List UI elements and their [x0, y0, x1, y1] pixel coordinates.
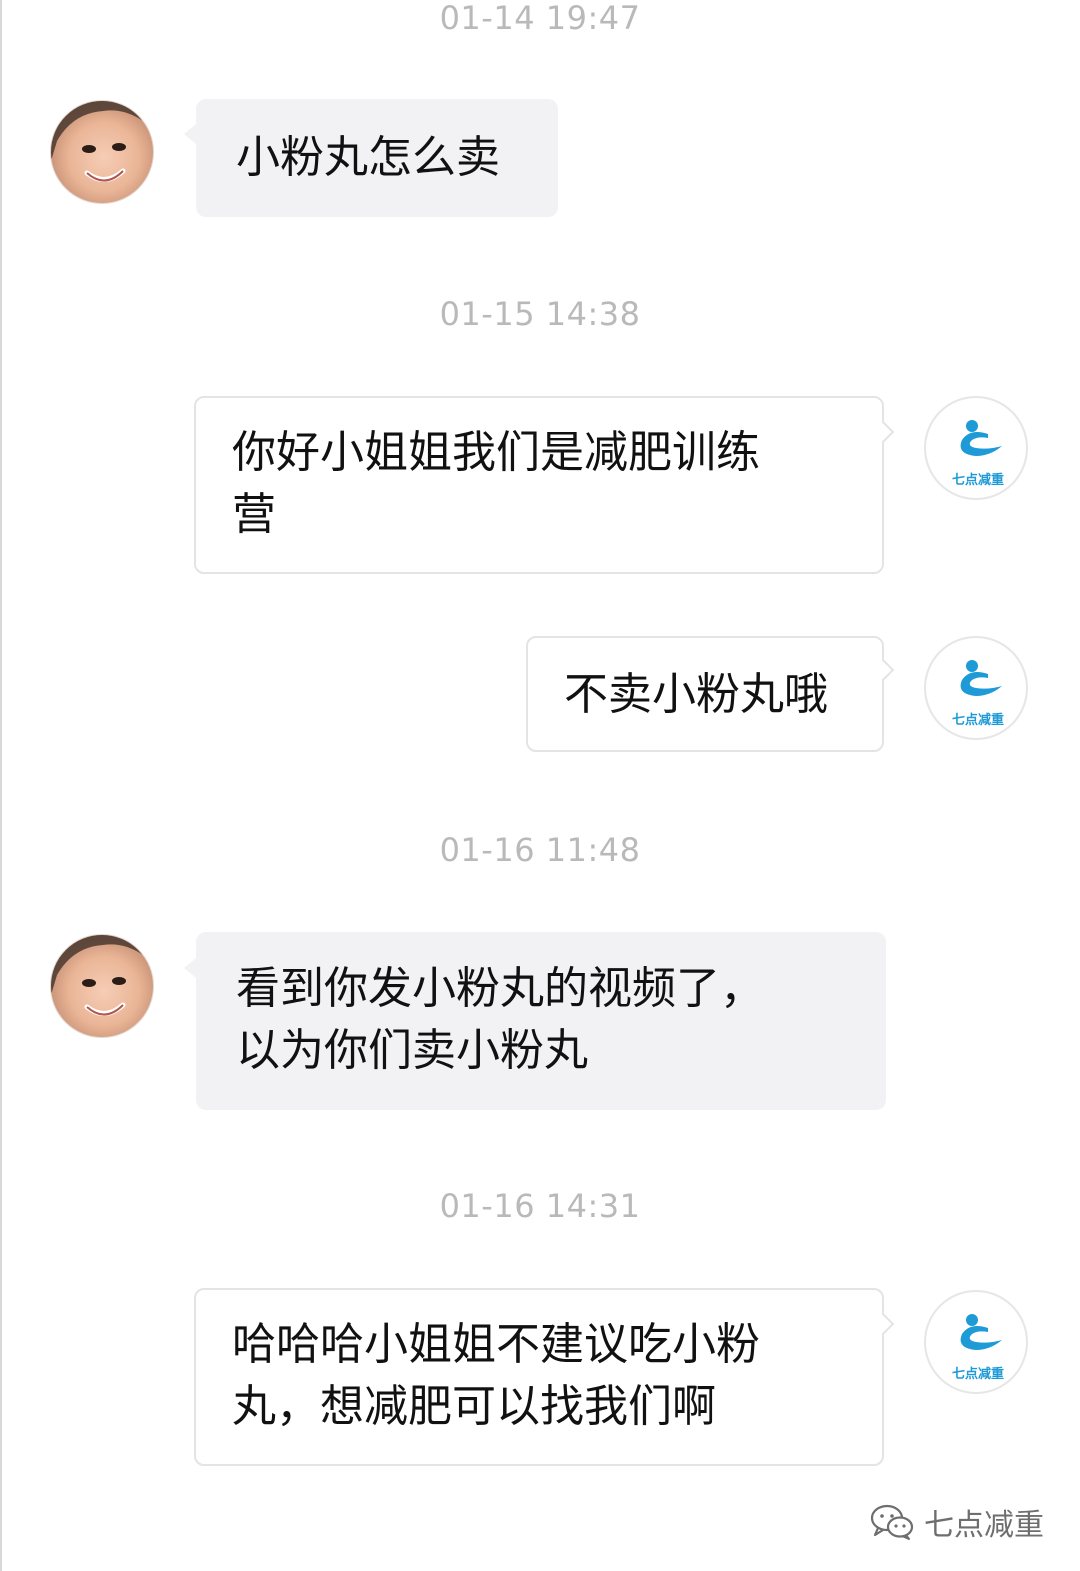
- timestamp: 01-15 14:38: [439, 295, 641, 333]
- wechat-icon: [870, 1504, 914, 1540]
- user-avatar[interactable]: [50, 100, 154, 204]
- user-avatar[interactable]: [50, 934, 154, 1038]
- face-icon: [51, 935, 153, 1037]
- brand-avatar-text: 七点减重: [952, 472, 1004, 488]
- message-text-line: 看到你发小粉丸的视频了，: [236, 963, 764, 1014]
- message-text-line: 以为你们卖小粉丸: [236, 1025, 588, 1076]
- brand-logo-icon: 七点减重: [952, 420, 1004, 488]
- face-icon: [51, 101, 153, 203]
- message-bubble-outgoing[interactable]: 你好小姐姐我们是减肥训练 营: [194, 396, 884, 574]
- brand-avatar[interactable]: 七点减重: [924, 636, 1028, 740]
- message-bubble-incoming[interactable]: 小粉丸怎么卖: [196, 99, 558, 217]
- bubble-tail: [184, 124, 196, 144]
- bubble-tail: [184, 958, 196, 978]
- message-text-line: 丸，想减肥可以找我们啊: [232, 1381, 716, 1432]
- brand-avatar[interactable]: 七点减重: [924, 1290, 1028, 1394]
- brand-avatar-text: 七点减重: [952, 712, 1004, 728]
- message-text: 小粉丸怎么卖: [236, 132, 500, 183]
- brand-logo-icon: 七点减重: [952, 660, 1004, 728]
- brand-avatar[interactable]: 七点减重: [924, 396, 1028, 500]
- left-edge-divider: [0, 0, 2, 1571]
- timestamp: 01-16 14:31: [439, 1187, 641, 1225]
- message-text-line: 哈哈哈小姐姐不建议吃小粉: [232, 1319, 760, 1370]
- message-bubble-outgoing[interactable]: 不卖小粉丸哦: [526, 636, 884, 752]
- watermark-text: 七点减重: [924, 1508, 1044, 1543]
- message-text-line: 营: [232, 489, 276, 540]
- watermark: 七点减重: [870, 1500, 1044, 1544]
- message-bubble-outgoing[interactable]: 哈哈哈小姐姐不建议吃小粉 丸，想减肥可以找我们啊: [194, 1288, 884, 1466]
- timestamp: 01-14 19:47: [439, 0, 641, 37]
- brand-avatar-text: 七点减重: [952, 1366, 1004, 1382]
- timestamp: 01-16 11:48: [439, 831, 641, 869]
- message-bubble-incoming[interactable]: 看到你发小粉丸的视频了， 以为你们卖小粉丸: [196, 932, 886, 1110]
- message-text-line: 你好小姐姐我们是减肥训练: [232, 427, 760, 478]
- message-text: 不卖小粉丸哦: [564, 669, 828, 720]
- brand-logo-icon: 七点减重: [952, 1314, 1004, 1382]
